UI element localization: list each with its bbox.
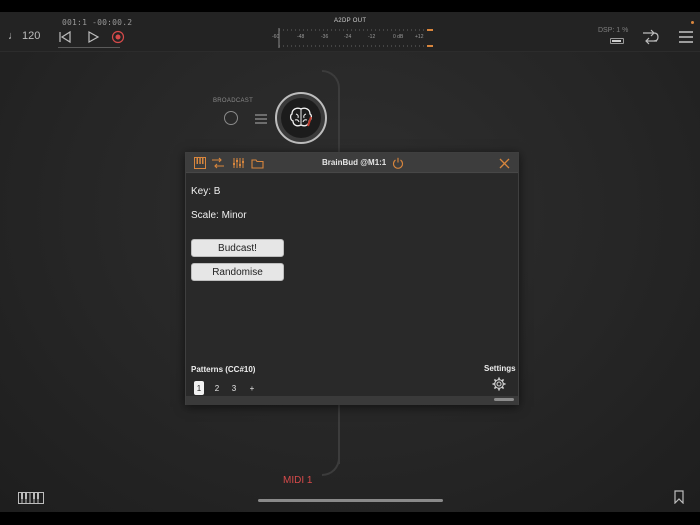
pattern-1-button[interactable]: 1 bbox=[194, 381, 204, 395]
hamburger-icon bbox=[679, 31, 693, 43]
routing-icon bbox=[212, 157, 224, 169]
meter-tick: -12 bbox=[368, 34, 376, 40]
tempo-display[interactable]: ♩ 120 bbox=[8, 30, 40, 42]
output-meter-label: A2DP OUT bbox=[334, 18, 367, 24]
piano-icon bbox=[194, 157, 206, 169]
plugin-title: BrainBud @M1:1 bbox=[322, 158, 387, 167]
top-toolbar: ♩ 120 001:1 -00:00.2 A2DP OUT -60 -48 -3… bbox=[0, 12, 700, 52]
pattern-3-button[interactable]: 3 bbox=[229, 381, 239, 395]
brain-icon bbox=[289, 107, 313, 127]
app-screen: ♩ 120 001:1 -00:00.2 A2DP OUT -60 -48 -3… bbox=[0, 12, 700, 512]
meter-tick: 0 dB bbox=[393, 34, 404, 40]
routing-view-button[interactable] bbox=[211, 156, 225, 170]
scale-display: Scale: Minor bbox=[191, 210, 247, 221]
time-display: 001:1 -00:00.2 bbox=[62, 18, 133, 27]
key-display: Key: B bbox=[191, 186, 221, 197]
play-icon bbox=[88, 30, 100, 44]
battery-icon bbox=[610, 38, 624, 44]
randomise-button[interactable]: Randomise bbox=[191, 263, 284, 281]
meter-tick: -60 bbox=[272, 34, 280, 40]
bypass-button[interactable] bbox=[391, 156, 405, 170]
home-indicator[interactable] bbox=[258, 499, 443, 502]
pattern-2-button[interactable]: 2 bbox=[212, 381, 222, 395]
connection-cable bbox=[322, 70, 340, 94]
list-icon bbox=[255, 114, 267, 124]
gear-icon bbox=[492, 377, 506, 391]
budcast-button[interactable]: Budcast! bbox=[191, 239, 284, 257]
meter-tick: -36 bbox=[321, 34, 329, 40]
presets-button[interactable] bbox=[250, 156, 264, 170]
close-button[interactable] bbox=[497, 156, 511, 170]
bookmark-button[interactable] bbox=[673, 490, 685, 505]
mixer-view-button[interactable] bbox=[231, 156, 245, 170]
broadcast-label: BROADCAST bbox=[213, 98, 254, 104]
broadcast-toggle[interactable] bbox=[224, 111, 238, 125]
node-menu-button[interactable] bbox=[254, 112, 268, 124]
rewind-button[interactable] bbox=[57, 29, 73, 45]
close-icon bbox=[499, 158, 509, 168]
power-icon bbox=[393, 157, 403, 169]
keyboard-button[interactable] bbox=[18, 491, 44, 504]
dsp-load: DSP: 1 % bbox=[598, 27, 629, 34]
keyboard-view-button[interactable] bbox=[193, 156, 207, 170]
menu-button[interactable] bbox=[676, 27, 696, 47]
record-icon bbox=[111, 30, 125, 44]
piano-keyboard-icon bbox=[18, 492, 44, 504]
plugin-window-header[interactable]: BrainBud @M1:1 bbox=[186, 153, 518, 173]
record-button[interactable] bbox=[110, 29, 126, 45]
midi-track-label[interactable]: MIDI 1 bbox=[283, 475, 312, 486]
resize-handle[interactable] bbox=[494, 398, 514, 401]
routing-button[interactable] bbox=[640, 27, 660, 47]
timeline-bar[interactable] bbox=[58, 47, 120, 48]
add-pattern-button[interactable]: + bbox=[247, 381, 257, 395]
brainbud-plugin-node[interactable] bbox=[275, 92, 327, 144]
patterns-label: Patterns (CC#10) bbox=[191, 365, 256, 374]
plugin-content: Key: B Scale: Minor Budcast! Randomise P… bbox=[186, 174, 518, 396]
rewind-icon bbox=[59, 30, 71, 44]
settings-label: Settings bbox=[484, 364, 516, 373]
routing-icon bbox=[643, 29, 659, 45]
notification-dot bbox=[691, 21, 694, 24]
plugin-window-footer bbox=[186, 396, 518, 405]
sliders-icon bbox=[233, 158, 244, 168]
brainbud-plugin-window: BrainBud @M1:1 Key: B Scale: Minor Budca… bbox=[185, 152, 519, 405]
meter-tick: -48 bbox=[297, 34, 305, 40]
meter-tick: -24 bbox=[344, 34, 352, 40]
connection-cable bbox=[322, 452, 340, 476]
folder-icon bbox=[250, 158, 264, 169]
bookmark-icon bbox=[674, 490, 684, 505]
meter-tick: +12 bbox=[415, 34, 424, 40]
play-button[interactable] bbox=[85, 29, 101, 45]
settings-button[interactable] bbox=[492, 377, 506, 391]
